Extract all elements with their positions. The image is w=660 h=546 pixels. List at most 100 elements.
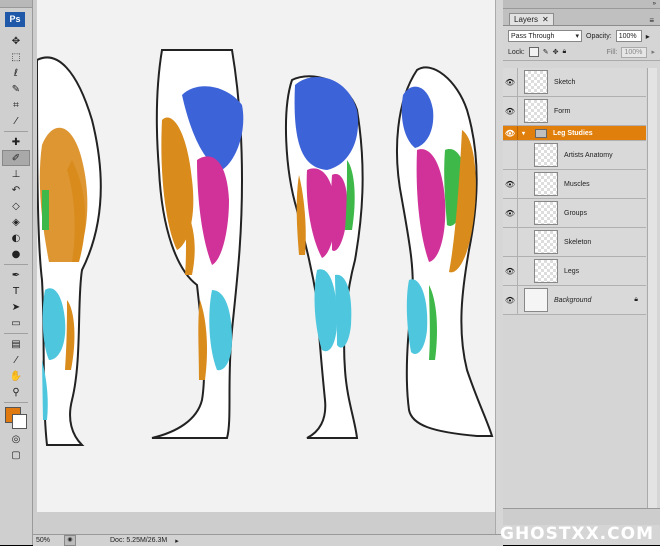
lock-pixels-icon[interactable]: ✎ [543, 48, 549, 56]
layers-scrollbar[interactable] [647, 68, 657, 508]
close-tab-icon[interactable]: ✕ [542, 15, 549, 24]
blur-tool[interactable]: ◐ [2, 230, 30, 246]
shape-tool[interactable]: ▭ [2, 315, 30, 331]
layer-thumbnail [534, 230, 558, 254]
layer-row[interactable]: 👁︎ Sketch [503, 68, 646, 97]
layer-row[interactable]: Artists Anatomy [503, 141, 646, 170]
fill-dropdown-icon[interactable]: ▸ [651, 48, 655, 56]
status-bar: 50% ◉ Doc: 5.25M/26.3M ▸ [33, 534, 503, 546]
notes-tool[interactable]: ▤ [2, 336, 30, 352]
layer-row[interactable]: 👁︎ Form [503, 97, 646, 126]
opacity-field[interactable]: 100% [615, 30, 642, 42]
panel-menu-icon[interactable]: ≡ [649, 16, 654, 25]
layer-row[interactable]: Skeleton [503, 228, 646, 257]
type-tool[interactable]: T [2, 283, 30, 299]
layer-thumbnail [534, 201, 558, 225]
document-canvas[interactable] [37, 0, 500, 512]
tool-separator [4, 402, 28, 403]
tab-layers-label: Layers [514, 15, 539, 24]
background-color-swatch[interactable] [12, 414, 27, 429]
layers-panel: » Layers ✕ ≡ Pass Through ▾ Opacity: 100… [503, 0, 660, 545]
blend-mode-value: Pass Through [511, 32, 555, 40]
visibility-eye-icon[interactable] [503, 228, 518, 256]
layer-name[interactable]: Skeleton [564, 239, 591, 246]
layer-name[interactable]: Artists Anatomy [564, 152, 613, 159]
layers-list: 👁︎ Sketch 👁︎ Form 👁︎ ▾ Leg Studies Artists Anat… [503, 68, 646, 315]
status-menu-arrow-icon[interactable]: ▸ [175, 537, 179, 545]
visibility-eye-icon[interactable]: 👁︎ [503, 97, 518, 125]
crop-tool[interactable]: ⌗ [2, 97, 30, 113]
tools-panel: Ps ✥ ⬚ ℓ ✎ ⌗ ⁄ ✚ ✐ ⊥ ↶ ◇ ◈ ◐ ● ✒ T ➤ ▭ ▤ ⁄ ✋ ⚲ ◎ ▢ [0, 0, 33, 545]
collapse-panel-icon[interactable]: » [653, 1, 656, 7]
lock-position-icon[interactable]: ✥ [553, 48, 559, 56]
zoom-tool[interactable]: ⚲ [2, 384, 30, 400]
layer-name[interactable]: Groups [564, 210, 587, 217]
color-swatches [2, 405, 30, 429]
layer-group-row[interactable]: 👁︎ ▾ Leg Studies [503, 126, 646, 141]
visibility-eye-icon[interactable]: 👁︎ [503, 257, 518, 285]
lock-transparent-icon[interactable] [528, 47, 539, 57]
visibility-eye-icon[interactable]: 👁︎ [503, 199, 518, 227]
photoshop-window: Ps ✥ ⬚ ℓ ✎ ⌗ ⁄ ✚ ✐ ⊥ ↶ ◇ ◈ ◐ ● ✒ T ➤ ▭ ▤ ⁄ ✋ ⚲ ◎ ▢ [0, 0, 660, 546]
group-expand-icon[interactable]: ▾ [522, 130, 525, 137]
paint-bucket-tool[interactable]: ◈ [2, 214, 30, 230]
lock-all-icon[interactable]: 🔒︎ [562, 48, 566, 56]
eyedropper-tool[interactable]: ⁄ [2, 113, 30, 129]
path-select-tool[interactable]: ➤ [2, 299, 30, 315]
layer-name[interactable]: Legs [564, 268, 579, 275]
layer-thumbnail [524, 288, 548, 312]
opacity-label: Opacity: [586, 32, 612, 40]
visibility-eye-icon[interactable]: 👁︎ [503, 126, 518, 140]
photoshop-logo: Ps [5, 12, 25, 27]
pen-tool[interactable]: ✒ [2, 267, 30, 283]
lock-row: Lock: ✎ ✥ 🔒︎ Fill: 100% ▸ [503, 44, 660, 61]
layer-row[interactable]: 👁︎ Muscles [503, 170, 646, 199]
quick-mask-icon[interactable]: ◎ [2, 431, 30, 447]
eraser-tool[interactable]: ◇ [2, 198, 30, 214]
zoom-level[interactable]: 50% [33, 537, 64, 544]
lasso-tool[interactable]: ℓ [2, 65, 30, 81]
layers-panel-footer [503, 508, 660, 525]
lock-label: Lock: [508, 48, 525, 56]
marquee-tool[interactable]: ⬚ [2, 49, 30, 65]
layer-thumbnail [524, 99, 548, 123]
dodge-tool[interactable]: ● [2, 246, 30, 262]
screen-mode-icon[interactable]: ▢ [2, 447, 30, 463]
layer-row[interactable]: 👁︎ Legs [503, 257, 646, 286]
layer-name[interactable]: Muscles [564, 181, 590, 188]
layer-row[interactable]: 👁︎ Background 🔒︎ [503, 286, 646, 315]
panel-grip[interactable]: » [503, 0, 660, 9]
visibility-eye-icon[interactable] [503, 141, 518, 169]
blend-mode-select[interactable]: Pass Through ▾ [508, 30, 582, 42]
tool-separator [4, 131, 28, 132]
navigator-icon[interactable]: ◉ [64, 535, 76, 546]
layer-thumbnail [524, 70, 548, 94]
layer-name[interactable]: Sketch [554, 79, 575, 86]
layer-name[interactable]: Background [554, 297, 591, 304]
panel-tab-row: Layers ✕ ≡ [503, 9, 660, 26]
folder-icon [535, 128, 548, 138]
visibility-eye-icon[interactable]: 👁︎ [503, 170, 518, 198]
tab-layers[interactable]: Layers ✕ [509, 13, 554, 25]
eyedropper2-tool[interactable]: ⁄ [2, 352, 30, 368]
visibility-eye-icon[interactable]: 👁︎ [503, 68, 518, 96]
history-brush-tool[interactable]: ↶ [2, 182, 30, 198]
tool-separator [4, 264, 28, 265]
clone-stamp-tool[interactable]: ⊥ [2, 166, 30, 182]
fill-field[interactable]: 100% [621, 46, 648, 58]
visibility-eye-icon[interactable]: 👁︎ [503, 286, 518, 314]
layer-row[interactable]: 👁︎ Groups [503, 199, 646, 228]
opacity-dropdown-icon[interactable]: ▸ [646, 32, 650, 41]
chevron-down-icon: ▾ [575, 33, 579, 40]
canvas-area[interactable] [33, 0, 503, 534]
brush-tool[interactable]: ✐ [2, 150, 30, 166]
quick-select-tool[interactable]: ✎ [2, 81, 30, 97]
tool-list: ✥ ⬚ ℓ ✎ ⌗ ⁄ ✚ ✐ ⊥ ↶ ◇ ◈ ◐ ● ✒ T ➤ ▭ ▤ ⁄ ✋ ⚲ [0, 33, 32, 400]
layer-name[interactable]: Leg Studies [553, 130, 593, 137]
doc-size-info: Doc: 5.25M/26.3M [110, 537, 168, 544]
toolbar-grip[interactable] [0, 0, 32, 8]
hand-tool[interactable]: ✋ [2, 368, 30, 384]
healing-tool[interactable]: ✚ [2, 134, 30, 150]
move-tool[interactable]: ✥ [2, 33, 30, 49]
layer-name[interactable]: Form [554, 108, 570, 115]
